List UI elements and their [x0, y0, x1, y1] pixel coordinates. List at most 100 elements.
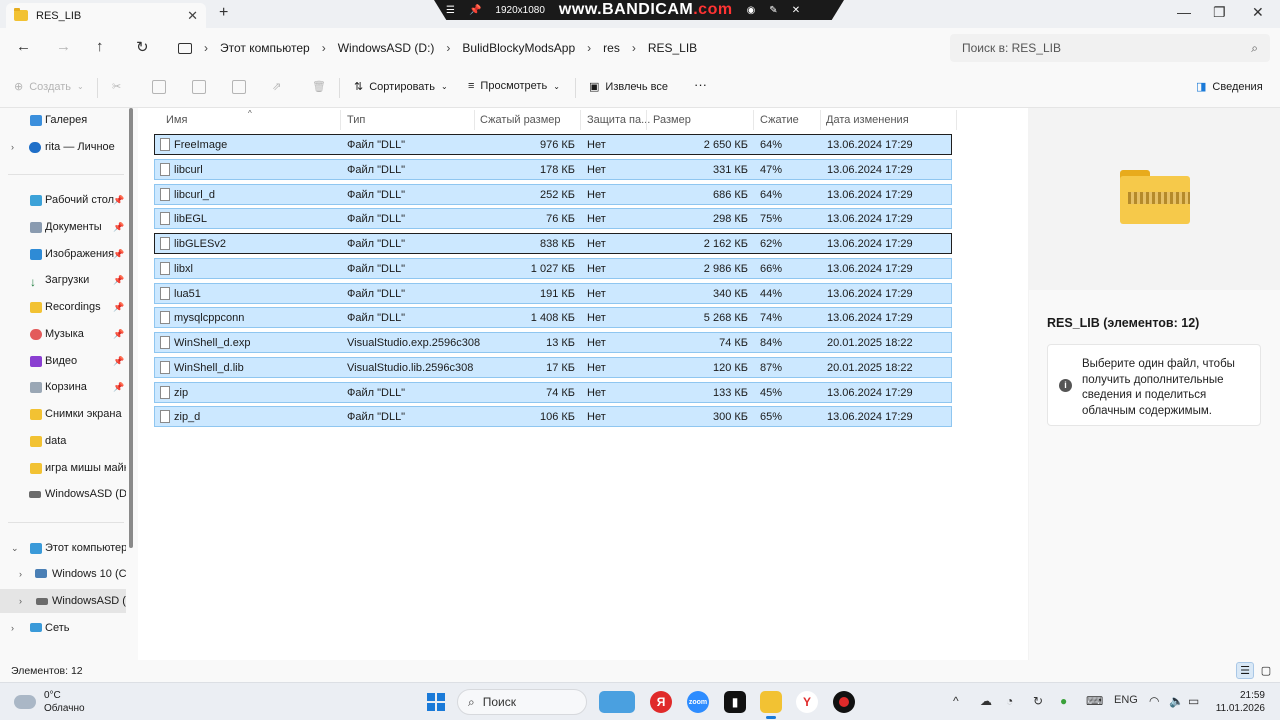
chevron-right-icon[interactable]: ›: [11, 142, 14, 152]
camera-icon[interactable]: ◉: [747, 5, 756, 16]
green-app-icon[interactable]: ●: [1060, 694, 1067, 708]
cut-icon[interactable]: ✂: [112, 80, 121, 93]
breadcrumb[interactable]: › Этот компьютер › WindowsASD (D:) › Bul…: [168, 34, 946, 62]
yandex-app-icon[interactable]: Я: [650, 691, 672, 713]
start-button[interactable]: [427, 693, 445, 711]
sidebar-item-network[interactable]: › Сеть: [0, 616, 126, 640]
tiles-view-icon[interactable]: ▢: [1257, 662, 1275, 679]
onedrive-icon[interactable]: ☁: [980, 694, 992, 708]
table-row[interactable]: zip_d Файл "DLL" 106 КБ Нет 300 КБ 65% 13.06.2…: [154, 406, 952, 428]
column-header-size[interactable]: Размер: [653, 110, 691, 130]
column-divider[interactable]: [646, 110, 647, 130]
column-header-name[interactable]: Имя: [166, 110, 187, 130]
sidebar-item-data[interactable]: data: [0, 429, 126, 453]
volume-icon[interactable]: 🔈: [1169, 694, 1184, 708]
crumb-res[interactable]: res: [603, 41, 620, 55]
bandicam-app-icon[interactable]: [833, 691, 855, 713]
view-button[interactable]: ≡ Просмотреть ⌄: [468, 80, 560, 92]
sidebar-item-desktop[interactable]: Рабочий стол 📌: [0, 188, 126, 212]
sidebar-item-drive-c[interactable]: › Windows 10 (C:): [0, 562, 126, 586]
chevron-right-icon[interactable]: ›: [19, 569, 22, 579]
pin-icon[interactable]: 📌: [113, 356, 124, 367]
black-app-icon[interactable]: ▮: [724, 691, 746, 713]
up-button[interactable]: ↑: [96, 38, 104, 55]
column-header-packed-size[interactable]: Сжатый размер: [480, 110, 561, 130]
menu-icon[interactable]: ☰: [446, 5, 455, 16]
forward-button[interactable]: →: [56, 38, 71, 55]
table-row[interactable]: zip Файл "DLL" 74 КБ Нет 133 КБ 45% 13.06.2024…: [154, 381, 952, 403]
search-input[interactable]: Поиск в: RES_LIB ⌕: [950, 34, 1270, 62]
sidebar-item-documents[interactable]: Документы 📌: [0, 215, 126, 239]
table-row[interactable]: libEGL Файл "DLL" 76 КБ Нет 298 КБ 75% 13.06.2…: [154, 208, 952, 230]
column-divider[interactable]: [340, 110, 341, 130]
zoom-app-icon[interactable]: zoom: [687, 691, 709, 713]
table-row[interactable]: lua51 Файл "DLL" 191 КБ Нет 340 КБ 44% 13.06.2…: [154, 282, 952, 304]
file-explorer-app-icon[interactable]: [760, 691, 782, 719]
close-tab-icon[interactable]: ✕: [187, 8, 198, 24]
copy-icon[interactable]: [152, 80, 166, 94]
sort-button[interactable]: ⇅ Сортировать ⌄: [354, 80, 448, 94]
pin-icon[interactable]: 📌: [113, 329, 124, 340]
extract-all-button[interactable]: ▣ Извлечь все: [589, 80, 668, 94]
table-row[interactable]: libcurl_d Файл "DLL" 252 КБ Нет 686 КБ 64% 13.…: [154, 183, 952, 205]
column-header-date[interactable]: Дата изменения: [826, 110, 909, 130]
battery-icon[interactable]: ▭: [1188, 694, 1199, 708]
crumb-drive-d[interactable]: WindowsASD (D:): [338, 41, 435, 55]
column-header-type[interactable]: Тип: [347, 110, 365, 130]
rename-icon[interactable]: [232, 80, 246, 94]
table-row[interactable]: mysqlcppconn Файл "DLL" 1 408 КБ Нет 5 268 К…: [154, 307, 952, 329]
column-header-ratio[interactable]: Сжатие: [760, 110, 799, 130]
pin-icon[interactable]: 📌: [113, 302, 124, 313]
sidebar-item-drive-d[interactable]: › WindowsASD (D: [0, 589, 126, 613]
yandex-browser-icon[interactable]: Y: [796, 691, 818, 713]
sidebar-item-music[interactable]: Музыка 📌: [0, 322, 126, 346]
sidebar-item-recordings[interactable]: Recordings 📌: [0, 295, 126, 319]
weather-widget[interactable]: 0°C Облачно: [14, 689, 85, 715]
chevron-right-icon[interactable]: ›: [632, 41, 636, 55]
pin-icon[interactable]: 📌: [113, 249, 124, 260]
share-icon[interactable]: ⇗: [272, 80, 281, 93]
new-tab-button[interactable]: +: [219, 4, 228, 22]
delete-icon[interactable]: 🗑: [312, 80, 326, 93]
back-button[interactable]: ←: [16, 38, 31, 55]
chevron-right-icon[interactable]: ›: [322, 41, 326, 55]
details-view-icon[interactable]: ☰: [1236, 662, 1254, 679]
taskbar-search[interactable]: ⌕ Поиск: [457, 689, 587, 715]
column-header-protection[interactable]: Защита па...: [587, 110, 650, 130]
sidebar-scrollbar[interactable]: [128, 108, 134, 660]
sidebar-item-gallery[interactable]: Галерея: [0, 108, 126, 132]
table-row[interactable]: WinShell_d.exp VisualStudio.exp.2596c308 1…: [154, 332, 952, 353]
column-divider[interactable]: [820, 110, 821, 130]
tab-res-lib[interactable]: RES_LIB ✕: [6, 3, 206, 28]
chevron-right-icon[interactable]: ›: [19, 596, 22, 606]
sidebar-item-game-folder[interactable]: игра мишы майн: [0, 456, 126, 480]
table-row[interactable]: libGLESv2 Файл "DLL" 838 КБ Нет 2 162 КБ 62% 1…: [154, 233, 952, 254]
close-overlay-icon[interactable]: ✕: [792, 5, 800, 16]
minimize-button[interactable]: —: [1177, 4, 1191, 20]
widgets-app-icon[interactable]: [599, 691, 635, 713]
details-pane-button[interactable]: ◨ Сведения: [1196, 80, 1263, 94]
pin-icon[interactable]: 📌: [113, 275, 124, 286]
column-divider[interactable]: [753, 110, 754, 130]
table-row[interactable]: WinShell_d.lib VisualStudio.lib.2596c308 1…: [154, 356, 952, 378]
sidebar-item-recycle-bin[interactable]: Корзина 📌: [0, 375, 126, 399]
chevron-right-icon[interactable]: ›: [587, 41, 591, 55]
sync-icon[interactable]: ↻: [1033, 694, 1043, 708]
column-divider[interactable]: [474, 110, 475, 130]
show-hidden-icons[interactable]: ^: [953, 694, 959, 708]
table-row[interactable]: libxl Файл "DLL" 1 027 КБ Нет 2 986 КБ 66% 13.…: [154, 257, 952, 279]
pin-icon[interactable]: 📌: [113, 195, 124, 206]
crumb-res-lib[interactable]: RES_LIB: [648, 41, 697, 55]
pin-icon[interactable]: 📌: [113, 222, 124, 233]
pin-icon[interactable]: 📌: [469, 5, 481, 16]
table-row[interactable]: FreeImage Файл "DLL" 976 КБ Нет 2 650 КБ 64% 1…: [154, 134, 952, 155]
sidebar-item-this-pc[interactable]: ⌄ Этот компьютер: [0, 536, 126, 560]
sidebar-item-downloads[interactable]: ↓ Загрузки 📌: [0, 268, 126, 292]
sidebar-item-screenshots[interactable]: Снимки экрана: [0, 402, 126, 426]
create-button[interactable]: ⊕ Создать ⌄: [14, 80, 84, 94]
sidebar-item-pictures[interactable]: Изображения 📌: [0, 242, 126, 266]
clock[interactable]: 21:59 11.01.2026: [1213, 689, 1265, 715]
sidebar-item-videos[interactable]: Видео 📌: [0, 349, 126, 373]
chevron-right-icon[interactable]: ›: [11, 623, 14, 633]
column-divider[interactable]: [580, 110, 581, 130]
